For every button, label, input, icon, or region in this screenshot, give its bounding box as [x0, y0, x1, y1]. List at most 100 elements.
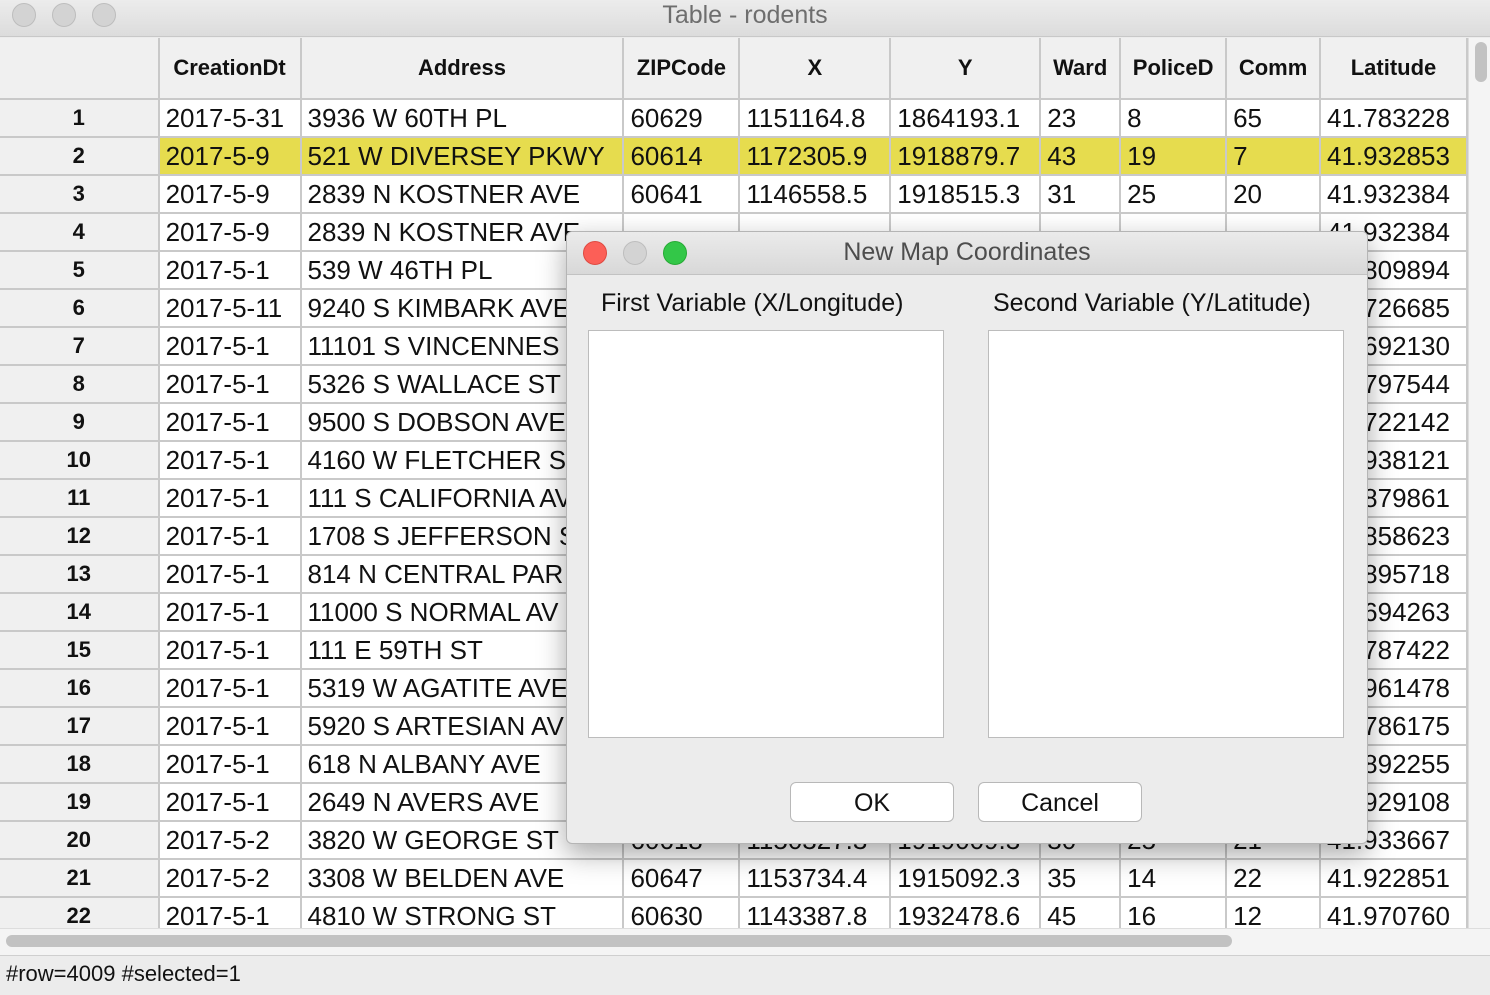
row-number[interactable]: 14 [0, 593, 160, 632]
table-cell[interactable]: 41.922851 [1320, 859, 1468, 898]
table-cell[interactable]: 19 [1120, 137, 1228, 176]
ok-button[interactable]: OK [790, 782, 954, 822]
row-number[interactable]: 15 [0, 631, 160, 670]
row-number[interactable]: 11 [0, 479, 160, 518]
row-number[interactable]: 12 [0, 517, 160, 556]
table-cell[interactable]: 2839 N KOSTNER AVE [300, 175, 625, 214]
table-cell[interactable]: 2017-5-1 [158, 631, 302, 670]
table-cell[interactable]: 2017-5-1 [158, 745, 302, 784]
table-cell[interactable]: 41.970760 [1320, 897, 1468, 928]
table-cell[interactable]: 1153734.4 [739, 859, 892, 898]
table-cell[interactable]: 60629 [623, 99, 741, 138]
table-cell[interactable]: 1918879.7 [890, 137, 1042, 176]
table-cell[interactable]: 1172305.9 [739, 137, 892, 176]
vertical-scroll-thumb[interactable] [1475, 42, 1487, 82]
horizontal-scrollbar[interactable] [0, 928, 1490, 955]
table-cell[interactable]: 12 [1226, 897, 1321, 928]
row-number[interactable]: 20 [0, 821, 160, 860]
cancel-button[interactable]: Cancel [978, 782, 1142, 822]
table-cell[interactable]: 1915092.3 [890, 859, 1042, 898]
table-cell[interactable]: 3308 W BELDEN AVE [300, 859, 625, 898]
table-cell[interactable]: 35 [1040, 859, 1122, 898]
row-number[interactable]: 8 [0, 365, 160, 404]
table-cell[interactable]: 1151164.8 [739, 99, 892, 138]
table-cell[interactable]: 45 [1040, 897, 1122, 928]
table-cell[interactable]: 4810 W STRONG ST [300, 897, 625, 928]
table-cell[interactable]: 25 [1120, 175, 1228, 214]
row-number[interactable]: 16 [0, 669, 160, 708]
row-number[interactable]: 22 [0, 897, 160, 928]
table-cell[interactable]: 22 [1226, 859, 1321, 898]
row-number[interactable]: 4 [0, 213, 160, 252]
row-number[interactable]: 3 [0, 175, 160, 214]
table-row[interactable]: 2 2017-5-9 521 W DIVERSEY PKWY 60614 1172305… [0, 137, 1468, 176]
table-cell[interactable]: 60641 [623, 175, 741, 214]
row-number[interactable]: 6 [0, 289, 160, 328]
row-number[interactable]: 2 [0, 137, 160, 176]
column-header[interactable]: ZIPCode [623, 38, 741, 100]
table-cell[interactable]: 521 W DIVERSEY PKWY [300, 137, 625, 176]
row-number[interactable]: 9 [0, 403, 160, 442]
row-number[interactable]: 18 [0, 745, 160, 784]
table-cell[interactable]: 60647 [623, 859, 741, 898]
row-number[interactable]: 13 [0, 555, 160, 594]
horizontal-scroll-thumb[interactable] [6, 935, 1232, 947]
table-cell[interactable]: 2017-5-2 [158, 821, 302, 860]
table-row[interactable]: 3 2017-5-9 2839 N KOSTNER AVE 60641 1146558.… [0, 175, 1468, 214]
table-cell[interactable]: 2017-5-1 [158, 517, 302, 556]
table-cell[interactable]: 2017-5-1 [158, 479, 302, 518]
column-header[interactable]: X [739, 38, 892, 100]
table-cell[interactable]: 3936 W 60TH PL [300, 99, 625, 138]
table-cell[interactable]: 60630 [623, 897, 741, 928]
column-header[interactable]: Y [890, 38, 1042, 100]
table-cell[interactable]: 1918515.3 [890, 175, 1042, 214]
table-cell[interactable]: 1932478.6 [890, 897, 1042, 928]
table-cell[interactable]: 41.783228 [1320, 99, 1468, 138]
table-cell[interactable]: 23 [1040, 99, 1122, 138]
column-header[interactable]: Latitude [1320, 38, 1468, 100]
vertical-scrollbar[interactable] [1468, 38, 1490, 928]
row-number[interactable]: 7 [0, 327, 160, 366]
table-cell[interactable]: 2017-5-1 [158, 403, 302, 442]
column-header[interactable]: Ward [1040, 38, 1122, 100]
table-cell[interactable]: 7 [1226, 137, 1321, 176]
table-cell[interactable]: 2017-5-1 [158, 783, 302, 822]
row-number[interactable]: 1 [0, 99, 160, 138]
row-number[interactable]: 19 [0, 783, 160, 822]
table-cell[interactable]: 2017-5-1 [158, 897, 302, 928]
table-cell[interactable]: 2017-5-1 [158, 441, 302, 480]
table-cell[interactable]: 2017-5-11 [158, 289, 302, 328]
row-number[interactable]: 21 [0, 859, 160, 898]
table-cell[interactable]: 14 [1120, 859, 1228, 898]
row-number[interactable]: 17 [0, 707, 160, 746]
table-cell[interactable]: 41.932384 [1320, 175, 1468, 214]
table-cell[interactable]: 2017-5-9 [158, 213, 302, 252]
table-row[interactable]: 22 2017-5-1 4810 W STRONG ST 60630 1143387.8… [0, 897, 1468, 928]
table-cell[interactable]: 2017-5-31 [158, 99, 302, 138]
table-cell[interactable]: 1864193.1 [890, 99, 1042, 138]
table-cell[interactable]: 65 [1226, 99, 1321, 138]
table-cell[interactable]: 2017-5-1 [158, 251, 302, 290]
table-row[interactable]: 1 2017-5-31 3936 W 60TH PL 60629 1151164.8 18… [0, 99, 1468, 138]
table-cell[interactable]: 60614 [623, 137, 741, 176]
column-header[interactable]: PoliceD [1120, 38, 1228, 100]
column-header[interactable]: Comm [1226, 38, 1321, 100]
table-cell[interactable]: 2017-5-2 [158, 859, 302, 898]
second-variable-list[interactable] [988, 330, 1344, 738]
table-row[interactable]: 21 2017-5-2 3308 W BELDEN AVE 60647 1153734.… [0, 859, 1468, 898]
table-cell[interactable]: 2017-5-9 [158, 175, 302, 214]
table-cell[interactable]: 1143387.8 [739, 897, 892, 928]
column-header[interactable]: CreationDt [158, 38, 302, 100]
row-number[interactable]: 10 [0, 441, 160, 480]
table-cell[interactable]: 20 [1226, 175, 1321, 214]
row-number[interactable]: 5 [0, 251, 160, 290]
table-cell[interactable]: 2017-5-1 [158, 669, 302, 708]
table-cell[interactable]: 41.932853 [1320, 137, 1468, 176]
table-cell[interactable]: 2017-5-1 [158, 555, 302, 594]
table-cell[interactable]: 2017-5-1 [158, 707, 302, 746]
table-cell[interactable]: 2017-5-1 [158, 327, 302, 366]
table-cell[interactable]: 2017-5-9 [158, 137, 302, 176]
table-cell[interactable]: 2017-5-1 [158, 593, 302, 632]
table-cell[interactable]: 43 [1040, 137, 1122, 176]
table-cell[interactable]: 1146558.5 [739, 175, 892, 214]
